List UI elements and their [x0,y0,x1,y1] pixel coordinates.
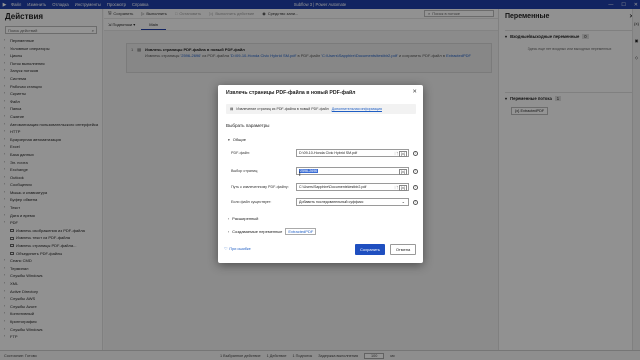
dialog-description-text: Извлечение страниц из PDF-файла в новый … [236,107,329,111]
on-error-button[interactable]: ♡ При ошибке [224,246,251,252]
info-icon[interactable]: i [413,184,418,190]
general-label: Общие [232,137,246,142]
if-exists-label: Если файл существует: [231,200,272,204]
dialog-title: Извлечь страницы PDF-файла в новый PDF-ф… [226,90,356,96]
advanced-label: Расширенный [232,216,259,221]
pdf-file-label: PDF-файл: [231,151,250,155]
on-error-label: При ошибке [229,246,251,251]
produced-variables-toggle[interactable]: › Создаваемые переменные ExtractedPDF [228,228,317,235]
produced-variable-chip[interactable]: ExtractedPDF [285,228,317,235]
if-exists-value: Добавить последовательный суффикс [299,200,364,204]
extract-pages-dialog: Извлечь страницы PDF-файла в новый PDF-ф… [218,85,423,263]
file-picker-icon[interactable]: 🗋 [395,151,398,158]
chevron-down-icon: ▾ [228,137,230,142]
target-path-label: Путь к извлеченному PDF-файлу: [231,185,289,189]
pdf-file-value: D:\09-10-Honda Civic Hybrid SM.pdf [299,151,358,155]
chevron-down-icon: ⌄ [401,199,405,204]
info-icon[interactable]: i [413,168,418,174]
pages-label: Выбор страниц: [231,169,259,173]
if-exists-dropdown[interactable]: Добавить последовательный суффикс ⌄ [296,198,409,206]
dialog-footer: ♡ При ошибке Сохранить Отмена [218,243,423,257]
variable-picker-icon[interactable]: {x} [399,150,407,157]
pdf-file-field[interactable]: D:\09-10-Honda Civic Hybrid SM.pdf 🗋 {x} [296,149,409,157]
target-path-field[interactable]: C:\Users\Sapphire\Documents\testbir2.pdf… [296,183,409,191]
pages-value: 2596-2696 [299,169,319,173]
advanced-group-toggle[interactable]: › Расширенный [228,216,258,221]
info-icon[interactable]: i [413,199,418,205]
more-info-link[interactable]: Дополнительная информация [332,107,382,111]
file-picker-icon[interactable]: 🗋 [395,185,398,192]
shield-icon: ♡ [224,247,228,251]
general-group-toggle[interactable]: ▾ Общие [228,137,246,142]
close-icon[interactable]: ✕ [412,89,417,95]
produced-label: Создаваемые переменные [232,229,283,234]
chevron-right-icon: › [228,216,230,221]
pages-field[interactable]: 2596-2696 {x} [296,167,409,175]
save-button[interactable]: Сохранить [355,244,385,255]
info-icon[interactable]: i [413,150,418,156]
variable-picker-icon[interactable]: {x} [399,168,407,175]
text-cursor-icon: I [299,172,301,178]
chevron-right-icon: › [228,229,230,234]
pdf-icon: ▤ [230,107,234,111]
cancel-button[interactable]: Отмена [390,244,416,255]
target-path-value: C:\Users\Sapphire\Documents\testbir2.pdf [299,185,367,189]
variable-picker-icon[interactable]: {x} [399,184,407,191]
dialog-description: ▤ Извлечение страниц из PDF-файла в новы… [226,104,416,114]
select-params-heading: Выбрать параметры [226,123,270,128]
